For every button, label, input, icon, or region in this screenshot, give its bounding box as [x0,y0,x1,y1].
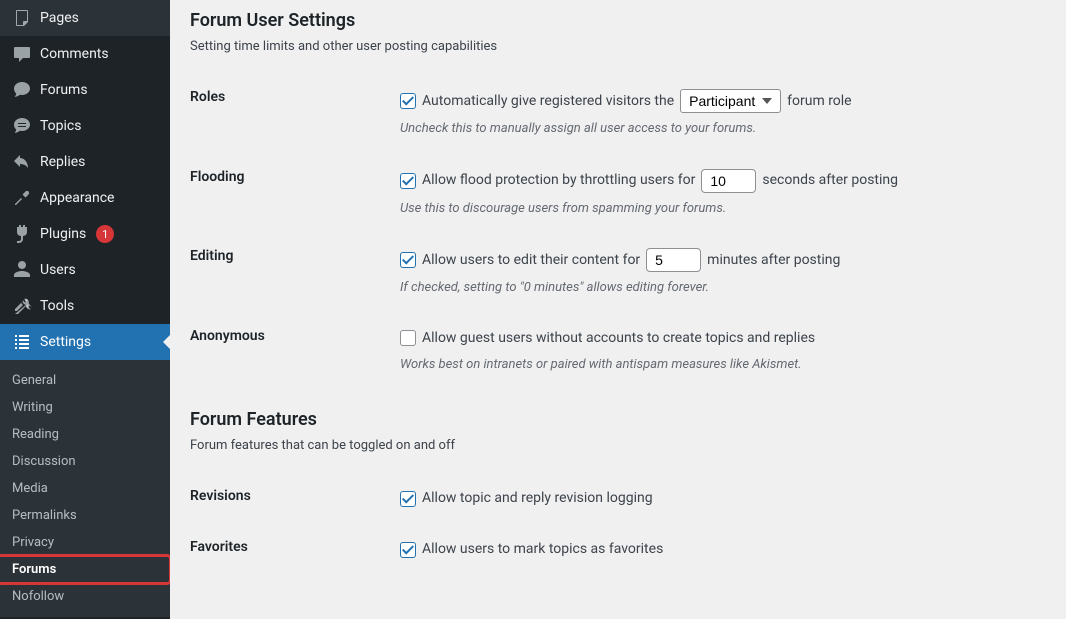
menu-item-pages[interactable]: Pages [0,0,170,36]
section-title: Forum Features [190,409,1046,430]
forums-bbp-icon [12,80,32,100]
menu-label: Appearance [40,190,114,206]
flooding-input[interactable] [701,169,756,193]
favorites-checkbox[interactable] [400,542,416,558]
menu-label: Forums [40,82,88,98]
comments-icon [12,44,32,64]
favorites-text: Allow users to mark topics as favorites [422,539,663,560]
favorites-label: Favorites [190,524,390,575]
anonymous-text: Allow guest users without accounts to cr… [422,328,815,349]
submenu-item-discussion[interactable]: Discussion [0,448,170,475]
features-table: Revisions Allow topic and reply revision… [190,473,1046,575]
pages-icon [12,8,32,28]
favorites-row: Favorites Allow users to mark topics as … [190,524,1046,575]
admin-sidebar: Pages Comments Forums Topics Replies Appearan… [0,0,170,619]
menu-item-topics[interactable]: Topics [0,108,170,144]
settings-icon [12,332,32,352]
roles-label: Roles [190,74,390,154]
settings-submenu: GeneralWritingReadingDiscussionMediaPerm… [0,360,170,617]
menu-label: Comments [40,46,109,62]
anonymous-label: Anonymous [190,313,390,390]
submenu-item-privacy[interactable]: Privacy [0,529,170,556]
plugins-icon [12,224,32,244]
editing-row: Editing Allow users to edit their conten… [190,233,1046,313]
submenu-item-nofollow[interactable]: Nofollow [0,583,170,610]
flooding-label: Flooding [190,154,390,234]
update-badge: 1 [96,225,114,243]
flooding-checkbox[interactable] [400,173,416,189]
revisions-row: Revisions Allow topic and reply revision… [190,473,1046,524]
flooding-text-pre: Allow flood protection by throttling use… [422,170,695,191]
menu-item-comments[interactable]: Comments [0,36,170,72]
flooding-row: Flooding Allow flood protection by throt… [190,154,1046,234]
menu-label: Replies [40,154,85,170]
menu-label: Settings [40,334,91,350]
submenu-item-permalinks[interactable]: Permalinks [0,502,170,529]
tools-icon [12,296,32,316]
section-description: Forum features that can be toggled on an… [190,438,1046,453]
section-title: Forum User Settings [190,10,1046,31]
topics-icon [12,116,32,136]
menu-label: Topics [40,118,81,134]
menu-item-replies[interactable]: Replies [0,144,170,180]
editing-text-pre: Allow users to edit their content for [422,250,640,271]
submenu-item-writing[interactable]: Writing [0,394,170,421]
roles-description: Uncheck this to manually assign all user… [400,119,1036,139]
users-icon [12,260,32,280]
editing-description: If checked, setting to "0 minutes" allow… [400,278,1036,298]
menu-label: Plugins [40,226,86,242]
content-area: Forum User Settings Setting time limits … [170,0,1066,619]
revisions-checkbox[interactable] [400,491,416,507]
flooding-description: Use this to discourage users from spammi… [400,199,1036,219]
anonymous-description: Works best on intranets or paired with a… [400,355,1036,375]
user-settings-table: Roles Automatically give registered visi… [190,74,1046,389]
revisions-text: Allow topic and reply revision logging [422,488,653,509]
anonymous-row: Anonymous Allow guest users without acco… [190,313,1046,390]
section-description: Setting time limits and other user posti… [190,39,1046,54]
flooding-text-post: seconds after posting [762,170,898,191]
editing-input[interactable] [646,248,701,272]
menu-label: Pages [40,10,79,26]
menu-item-appearance[interactable]: Appearance [0,180,170,216]
editing-text-post: minutes after posting [707,250,840,271]
revisions-label: Revisions [190,473,390,524]
submenu-item-media[interactable]: Media [0,475,170,502]
roles-text-pre: Automatically give registered visitors t… [422,91,674,112]
roles-checkbox[interactable] [400,93,416,109]
submenu-item-forums[interactable]: Forums [0,556,170,583]
editing-label: Editing [190,233,390,313]
menu-item-forums[interactable]: Forums [0,72,170,108]
menu-item-settings[interactable]: Settings [0,324,170,360]
menu-label: Users [40,262,76,278]
user-settings-section: Forum User Settings Setting time limits … [190,10,1046,389]
menu-item-plugins[interactable]: Plugins 1 [0,216,170,252]
menu-item-users[interactable]: Users [0,252,170,288]
submenu-item-general[interactable]: General [0,367,170,394]
appearance-icon [12,188,32,208]
features-section: Forum Features Forum features that can b… [190,409,1046,575]
replies-icon [12,152,32,172]
menu-item-tools[interactable]: Tools [0,288,170,324]
roles-select[interactable]: Participant [680,89,781,113]
roles-text-post: forum role [787,91,851,112]
anonymous-checkbox[interactable] [400,330,416,346]
roles-row: Roles Automatically give registered visi… [190,74,1046,154]
menu-label: Tools [40,298,74,314]
submenu-item-reading[interactable]: Reading [0,421,170,448]
editing-checkbox[interactable] [400,252,416,268]
